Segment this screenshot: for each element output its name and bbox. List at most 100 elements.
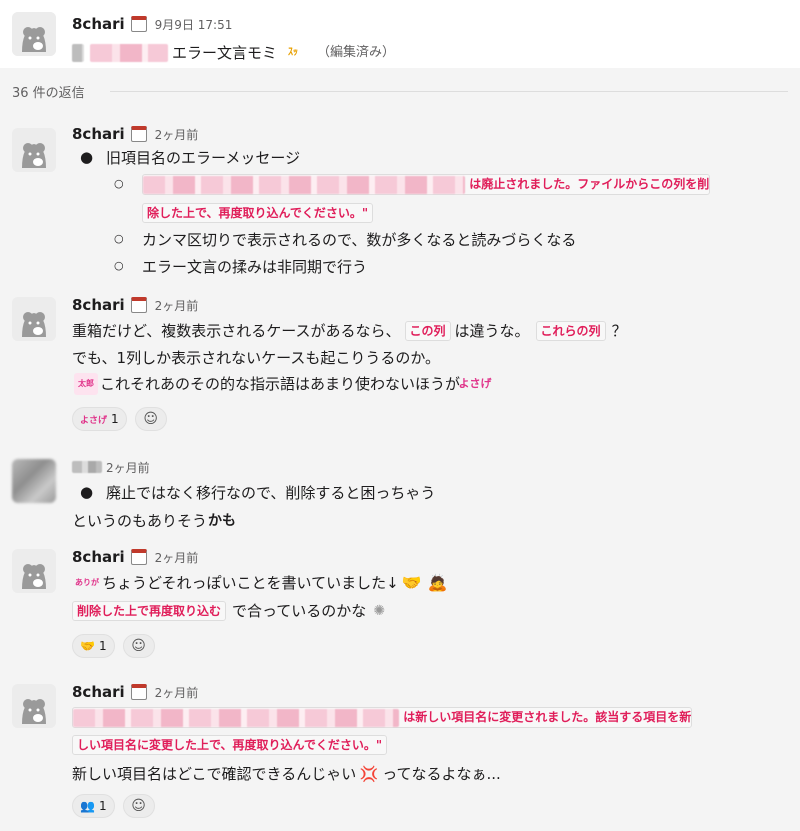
message-header: 8chari 2ヶ月前 xyxy=(72,295,198,315)
message-text: 削除した上で再度取り込む で合っているのかな ✺ xyxy=(72,600,392,622)
reactions-bar: 🤝 1 ☺ xyxy=(72,634,155,658)
reaction-count: 1 xyxy=(98,639,107,653)
reaction-pill[interactable]: よさげ 1 xyxy=(72,407,127,431)
message-text: 新しい項目名はどこで確認できるんじゃい 💢 ってなるよなぁ... xyxy=(72,763,501,785)
bullet-dot: ● xyxy=(80,483,94,501)
handshake-emoji: 🤝 xyxy=(80,639,95,653)
person-emoji: 🙇 xyxy=(427,573,448,592)
sticker-emoji: ありが xyxy=(75,578,99,587)
list-item-continued: 除した上で、再度取り込んでください。" xyxy=(142,203,374,223)
calendar-icon xyxy=(130,549,147,565)
inline-code-text: は新しい項目名に変更されました。該当する項目を新 xyxy=(403,710,692,724)
replies-count: 36 件の返信 xyxy=(12,86,85,101)
redacted-text xyxy=(73,708,399,727)
user-name[interactable]: 8chari xyxy=(72,15,125,33)
bullet-dot: ● xyxy=(80,148,94,166)
calendar-icon xyxy=(130,16,147,32)
user-avatar[interactable] xyxy=(12,12,56,56)
reactions-bar: よさげ 1 ☺ xyxy=(72,407,167,431)
edited-label: （編集済み） xyxy=(317,45,396,60)
user-name[interactable]: 8chari xyxy=(72,296,125,314)
calendar-icon xyxy=(130,684,147,700)
message-header: 8chari 9月9日 17:51 xyxy=(72,14,232,34)
message-header: 8chari 2ヶ月前 xyxy=(72,124,198,144)
list-item: は廃止されました。ファイルからこの列を削 xyxy=(142,174,711,195)
message-body: 重箱だけど、複数表示されるケースがあるなら、 xyxy=(72,322,401,340)
sticker-emoji: よさげ xyxy=(458,377,492,390)
inline-code: これらの列 xyxy=(535,321,606,341)
add-reaction-icon[interactable]: ☺ xyxy=(134,407,167,431)
message-body: 新しい項目名はどこで確認できるんじゃい xyxy=(72,765,357,783)
timestamp[interactable]: 2ヶ月前 xyxy=(155,126,199,143)
message-text: でも、1列しか表示されないケースも起こりうるのか。 xyxy=(72,349,441,367)
bullet-circle: ○ xyxy=(114,177,124,190)
list-item: 廃止ではなく移行なので、削除すると困っちゃう xyxy=(106,484,436,502)
sticker-emoji: 👥 xyxy=(80,799,95,813)
bullet-circle: ○ xyxy=(114,232,124,245)
user-name[interactable]: 8chari xyxy=(72,548,125,566)
redacted-text xyxy=(90,44,168,62)
handshake-emoji: 🤝 xyxy=(401,573,422,592)
add-reaction-icon[interactable]: ☺ xyxy=(122,634,155,658)
parent-message: 8chari 9月9日 17:51 エラー文言モミ ｽｯ （編集済み） xyxy=(0,0,800,68)
redacted-text xyxy=(72,44,84,62)
timestamp[interactable]: 2ヶ月前 xyxy=(155,549,199,566)
redacted-user-name xyxy=(72,461,102,473)
user-avatar[interactable] xyxy=(12,549,56,593)
calendar-icon xyxy=(130,297,147,313)
inline-code: しい項目名に変更した上で、再度取り込んでください。" xyxy=(72,735,388,755)
sticker-emoji: 太郎 xyxy=(74,373,98,395)
message-header: 8chari 2ヶ月前 xyxy=(72,547,198,567)
message-body: ちょうどそれっぽいことを書いていました↓ xyxy=(102,574,399,592)
sticker-emoji: よさげ xyxy=(80,415,108,426)
sticker-emoji: かも xyxy=(208,513,237,529)
reaction-pill[interactable]: 🤝 1 xyxy=(72,634,115,658)
redacted-text xyxy=(143,175,465,194)
user-avatar[interactable] xyxy=(12,128,56,172)
timestamp[interactable]: 2ヶ月前 xyxy=(155,684,199,701)
message-body: ？ xyxy=(611,322,627,340)
message-header: 2ヶ月前 xyxy=(72,457,150,477)
reactions-bar: 👥 1 ☺ xyxy=(72,794,155,818)
message-body: エラー文言モミ xyxy=(172,44,278,62)
message-text: 重箱だけど、複数表示されるケースがあるなら、 この列 は違うな。 これらの列 ？ xyxy=(72,320,627,342)
user-avatar[interactable] xyxy=(12,297,56,341)
timestamp[interactable]: 2ヶ月前 xyxy=(106,459,150,476)
inline-code: は新しい項目名に変更されました。該当する項目を新 xyxy=(72,707,693,728)
angry-emoji: 💢 xyxy=(359,765,379,783)
timestamp[interactable]: 9月9日 17:51 xyxy=(155,16,233,33)
message-text: というのもありそう かも xyxy=(72,510,237,532)
message-body: これそれあのその的な指示語はあまり使わないほうが xyxy=(100,375,461,393)
message-text: ありが ちょうどそれっぽいことを書いていました↓ 🤝 🙇 xyxy=(72,572,451,594)
inline-code: この列 xyxy=(404,321,451,341)
divider xyxy=(110,91,788,92)
list-item: 旧項目名のエラーメッセージ xyxy=(106,149,301,167)
inline-code: は廃止されました。ファイルからこの列を削 xyxy=(142,174,711,195)
user-name[interactable]: 8chari xyxy=(72,683,125,701)
user-avatar[interactable] xyxy=(12,459,56,503)
user-name[interactable]: 8chari xyxy=(72,125,125,143)
reaction-count: 1 xyxy=(98,799,107,813)
message-body: は違うな。 xyxy=(454,322,530,340)
reaction-pill[interactable]: 👥 1 xyxy=(72,794,115,818)
reaction-count: 1 xyxy=(111,412,119,426)
add-reaction-icon[interactable]: ☺ xyxy=(122,794,155,818)
message-body: ってなるよなぁ... xyxy=(382,765,501,783)
message-text: 太郎 これそれあのその的な指示語はあまり使わないほうが よさげ xyxy=(72,373,492,395)
message-text: は新しい項目名に変更されました。該当する項目を新 xyxy=(72,707,693,728)
loading-emoji: ✺ xyxy=(373,603,386,619)
inline-code: 除した上で、再度取り込んでください。" xyxy=(142,203,374,223)
message-header: 8chari 2ヶ月前 xyxy=(72,682,198,702)
calendar-icon xyxy=(130,126,147,142)
user-avatar[interactable] xyxy=(12,684,56,728)
message-body: で合っているのかな xyxy=(232,602,367,620)
list-item: エラー文言の揉みは非同期で行う xyxy=(142,258,368,276)
message-body: というのもありそう xyxy=(72,512,208,530)
timestamp[interactable]: 2ヶ月前 xyxy=(155,297,199,314)
message-text: しい項目名に変更した上で、再度取り込んでください。" xyxy=(72,735,388,755)
inline-code: 削除した上で再度取り込む xyxy=(72,601,227,621)
message-text: エラー文言モミ ｽｯ （編集済み） xyxy=(72,42,395,64)
bullet-circle: ○ xyxy=(114,259,124,272)
sticker-emoji: ｽｯ xyxy=(288,47,299,58)
inline-code-text: は廃止されました。ファイルからこの列を削 xyxy=(469,177,710,191)
